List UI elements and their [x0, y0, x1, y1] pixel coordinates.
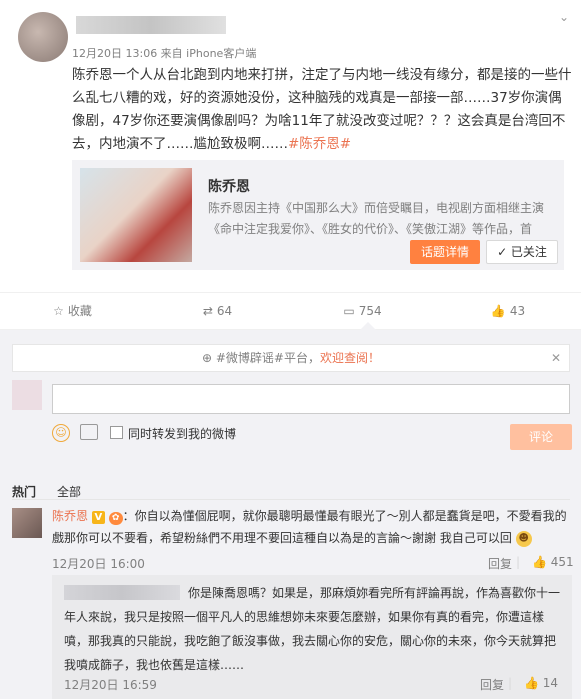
- comment-text: 陈乔恩 V ✿ ：你自以為懂個屁啊，就你最聰明最懂最有眼光了～別人都是蠢貨是吧，不…: [52, 505, 572, 549]
- repost-checkbox[interactable]: [110, 426, 123, 439]
- comment-like-button[interactable]: 👍 451: [532, 555, 574, 569]
- thumbs-up-icon: 👍: [490, 304, 506, 318]
- like-action[interactable]: 👍 43: [435, 293, 581, 329]
- topic-card[interactable]: 陈乔恩 陈乔恩因主持《中国那么大》而倍受瞩目，电视剧方面相继主演《命中注定我爱你…: [72, 160, 564, 270]
- image-icon[interactable]: [80, 424, 98, 440]
- divider: [12, 499, 570, 500]
- close-icon[interactable]: ✕: [551, 345, 561, 371]
- star-icon: ☆: [53, 304, 64, 318]
- comment-input[interactable]: [52, 384, 570, 414]
- author-name-blurred[interactable]: [76, 16, 226, 34]
- post-meta: 12月20日 13:06 来自 iPhone客户端: [72, 47, 257, 60]
- member-badge-icon: ✿: [108, 512, 123, 525]
- comment-body: ：你自以為懂個屁啊，就你最聰明最懂最有眼光了～別人都是蠢貨是吧，不愛看我的戲那你…: [52, 509, 567, 545]
- sub-commenter-name-blurred[interactable]: [64, 585, 180, 600]
- notice-icon: ⊕: [201, 351, 216, 365]
- repost-icon: ⇄: [202, 304, 213, 318]
- verified-icon: V: [91, 511, 105, 524]
- separator: |: [516, 555, 521, 569]
- filter-hot[interactable]: 热门: [12, 483, 36, 500]
- reply-button[interactable]: 回复: [488, 555, 512, 572]
- sub-comment-time: 12月20日 16:59: [64, 678, 157, 692]
- topic-link[interactable]: #陈乔恩#: [288, 136, 351, 152]
- laugh-emoji-icon: ☻: [515, 530, 532, 547]
- chevron-down-icon[interactable]: ⌄: [557, 10, 571, 24]
- topic-card-title[interactable]: 陈乔恩: [208, 176, 250, 196]
- sub-comment-like-button[interactable]: 👍 14: [524, 676, 558, 690]
- sub-reply-button[interactable]: 回复: [480, 676, 504, 693]
- my-avatar: [12, 380, 42, 410]
- author-avatar[interactable]: [18, 12, 68, 62]
- thumbs-up-icon: 👍: [532, 555, 551, 569]
- thumbs-up-icon: 👍: [524, 676, 543, 690]
- comment-time: 12月20日 16:00: [52, 557, 145, 571]
- favorite-action[interactable]: ☆ 收藏: [0, 293, 145, 329]
- comment-caret: [360, 322, 376, 330]
- sub-comment: 你是陳喬恩嗎？如果是，那麻煩妳看完所有評論再說，作為喜歡你十一年人來說，我只是按…: [52, 575, 572, 699]
- followed-button[interactable]: ✓ 已关注: [486, 240, 558, 264]
- rumor-notice[interactable]: ⊕ #微博辟谣#平台，欢迎查阅！ ✕: [12, 344, 570, 372]
- topic-card-description: 陈乔恩因主持《中国那么大》而倍受瞩目，电视剧方面相继主演《命中注定我爱你》、《胜…: [208, 201, 545, 236]
- repost-checkbox-label: 同时转发到我的微博: [128, 427, 237, 441]
- topic-details-button[interactable]: 话题详情: [410, 240, 480, 264]
- action-bar: ☆ 收藏 ⇄ 64 ▭ 754 👍 43: [0, 292, 581, 330]
- comment-icon: ▭: [343, 304, 355, 318]
- topic-card-image[interactable]: [80, 168, 192, 262]
- notice-link[interactable]: 欢迎查阅！: [320, 351, 380, 365]
- commenter-avatar[interactable]: [12, 508, 42, 538]
- submit-comment-button[interactable]: 评论: [510, 424, 572, 450]
- emoji-icon[interactable]: ☺: [52, 424, 70, 442]
- repost-action[interactable]: ⇄ 64: [145, 293, 290, 329]
- filter-all[interactable]: 全部: [57, 483, 81, 500]
- post-text: 陈乔恩一个人从台北跑到内地来打拼，注定了与内地一线没有缘分，都是接的一些什么乱七…: [72, 64, 572, 156]
- commenter-name[interactable]: 陈乔恩: [52, 509, 88, 523]
- separator: |: [508, 676, 513, 690]
